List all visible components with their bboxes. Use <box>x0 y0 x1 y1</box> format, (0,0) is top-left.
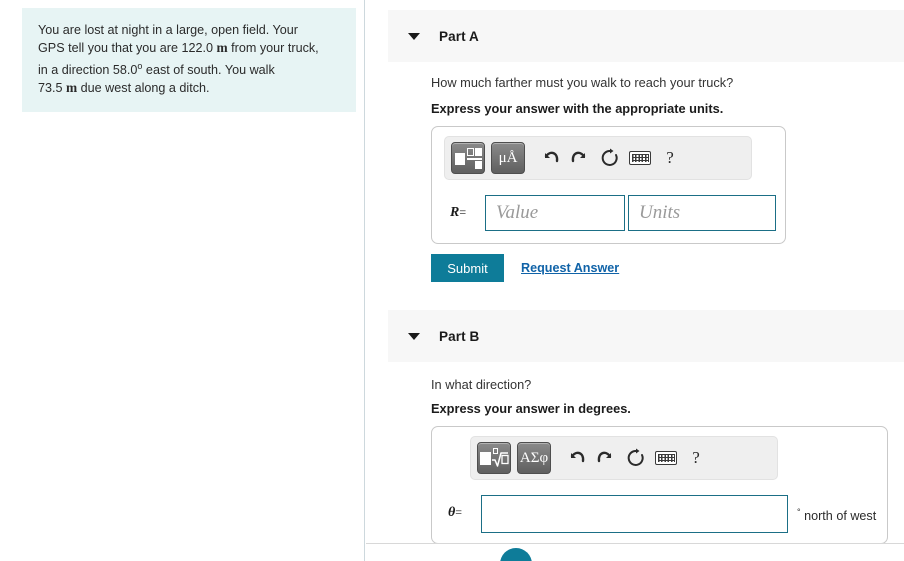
part-a-submit-button[interactable]: Submit <box>431 254 504 282</box>
part-a-toolbar: μÅ ? <box>444 136 752 180</box>
part-a-equals: = <box>459 205 467 219</box>
part-b-answer-box: ΑΣφ ? θ= ° north of west <box>431 426 888 544</box>
greek-symbols-label: ΑΣφ <box>519 449 549 466</box>
fraction-template-icon[interactable] <box>451 142 485 174</box>
pane-divider <box>364 0 365 561</box>
part-a-question: How much farther must you walk to reach … <box>431 75 734 90</box>
problem-pane: You are lost at night in a large, open f… <box>0 0 364 561</box>
part-a-title: Part A <box>439 28 479 44</box>
part-a-variable: R <box>450 205 460 220</box>
greek-symbols-button[interactable]: ΑΣφ <box>517 442 551 474</box>
degree-symbol-icon: ° <box>797 507 801 517</box>
keyboard-icon[interactable] <box>625 142 655 174</box>
problem-statement-text: You are lost at night in a large, open f… <box>38 22 340 98</box>
redo-icon[interactable] <box>565 142 595 174</box>
unit-symbols-button[interactable]: μÅ <box>491 142 525 174</box>
bottom-divider <box>366 543 904 544</box>
part-b-question: In what direction? <box>431 377 532 392</box>
problem-line-2b: from your truck, <box>227 41 319 56</box>
undo-icon[interactable] <box>535 142 565 174</box>
part-b-angle-input[interactable] <box>481 495 788 533</box>
part-a-answer-box: μÅ ? R= Value Units <box>431 126 786 244</box>
answer-pane: Part A How much farther must you walk to… <box>366 0 904 561</box>
part-b-toolbar: ΑΣφ ? <box>470 436 778 480</box>
problem-unit-meters-2: m <box>66 80 78 96</box>
problem-statement-box: You are lost at night in a large, open f… <box>22 8 356 112</box>
problem-line-1: You are lost at night in a large, open f… <box>38 23 298 37</box>
part-a-header[interactable]: Part A <box>388 10 904 62</box>
problem-line-2a: GPS tell you that you are 122.0 <box>38 41 217 56</box>
keyboard-icon[interactable] <box>651 442 681 474</box>
part-a-request-answer-link[interactable]: Request Answer <box>521 261 619 275</box>
problem-line-4b: due west along a ditch. <box>77 81 210 96</box>
help-icon[interactable]: ? <box>681 442 711 474</box>
part-b-variable-label: θ= <box>448 505 462 521</box>
unit-symbols-label: μÅ <box>498 149 518 166</box>
part-b-header[interactable]: Part B <box>388 310 904 362</box>
part-a-variable-label: R= <box>450 205 466 221</box>
page-root: You are lost at night in a large, open f… <box>0 0 904 561</box>
part-b-instruction: Express your answer in degrees. <box>431 401 631 416</box>
part-a-units-input[interactable] <box>628 195 776 231</box>
part-a-value-input[interactable] <box>485 195 625 231</box>
problem-line-3a: in a direction 58.0 <box>38 63 138 77</box>
problem-line-3b: east of south. You walk <box>142 63 275 77</box>
reset-icon[interactable] <box>595 142 625 174</box>
part-a-instruction: Express your answer with the appropriate… <box>431 101 724 116</box>
problem-unit-meters-1: m <box>216 40 228 56</box>
radical-template-icon[interactable] <box>477 442 511 474</box>
problem-line-4a: 73.5 <box>38 81 67 96</box>
reset-icon[interactable] <box>621 442 651 474</box>
part-b-suffix-text: north of west <box>804 509 877 524</box>
part-b-answer-suffix: ° north of west <box>797 507 876 523</box>
part-b-equals: = <box>455 505 463 519</box>
help-icon[interactable]: ? <box>655 142 685 174</box>
part-b-submit-button-peek[interactable] <box>500 548 532 561</box>
part-b-title: Part B <box>439 328 480 344</box>
chevron-down-icon[interactable] <box>408 332 420 340</box>
redo-icon[interactable] <box>591 442 621 474</box>
chevron-down-icon[interactable] <box>408 32 420 40</box>
undo-icon[interactable] <box>561 442 591 474</box>
